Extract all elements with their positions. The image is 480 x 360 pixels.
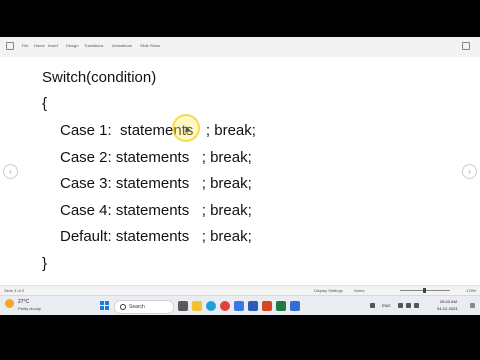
- autosave-icon[interactable]: [6, 42, 14, 50]
- notifications-icon[interactable]: [470, 303, 475, 308]
- slide-canvas[interactable]: ‹ › Switch(condition) { Case 1: statemen…: [0, 57, 480, 285]
- task-view-icon[interactable]: [178, 301, 188, 311]
- file-explorer-icon[interactable]: [192, 301, 202, 311]
- display-settings-button[interactable]: Display Settings: [314, 288, 343, 293]
- ribbon-tab-design[interactable]: Design: [66, 43, 78, 48]
- share-icon[interactable]: [462, 42, 470, 50]
- volume-icon[interactable]: [406, 303, 411, 308]
- video-letterbox-top: [0, 0, 480, 37]
- windows-taskbar: 27°C Partly cloudy Search ENG 05:43 AM 0…: [0, 295, 480, 316]
- video-letterbox-bottom: [0, 315, 480, 360]
- excel-icon[interactable]: [276, 301, 286, 311]
- battery-icon[interactable]: [414, 303, 419, 308]
- ribbon-tab-animations[interactable]: Animations: [112, 43, 132, 48]
- code-line-switch: Switch(condition): [42, 69, 157, 86]
- zoom-slider-handle[interactable]: [423, 288, 426, 293]
- search-icon: [120, 304, 126, 310]
- chrome-icon[interactable]: [220, 301, 230, 311]
- code-line-close-brace: }: [42, 255, 48, 272]
- search-label: Search: [129, 304, 145, 310]
- taskbar-search-box[interactable]: Search: [114, 300, 174, 314]
- word-icon[interactable]: [248, 301, 258, 311]
- store-icon[interactable]: [234, 301, 244, 311]
- code-line-case-3: Case 3: statements ; break;: [60, 175, 252, 192]
- ribbon-tab-insert[interactable]: Insert: [48, 43, 58, 48]
- start-windows-icon[interactable]: [100, 301, 110, 311]
- code-line-case-4: Case 4: statements ; break;: [60, 202, 252, 219]
- ribbon-tab-transitions[interactable]: Transitions: [84, 43, 103, 48]
- presentation-window: File Home Insert Design Transitions Anim…: [0, 37, 480, 316]
- zoom-level[interactable]: 178%: [466, 288, 476, 293]
- code-line-open-brace: {: [42, 95, 48, 112]
- slide-counter: Slide 3 of 3: [4, 288, 25, 293]
- previous-slide-button[interactable]: ‹: [3, 164, 18, 179]
- next-slide-button[interactable]: ›: [462, 164, 477, 179]
- code-line-case-2: Case 2: statements ; break;: [60, 149, 252, 166]
- code-line-default: Default: statements ; break;: [60, 228, 252, 245]
- wifi-icon[interactable]: [398, 303, 403, 308]
- tray-chevron-icon[interactable]: [370, 303, 375, 308]
- language-indicator[interactable]: ENG: [382, 303, 391, 308]
- weather-temperature[interactable]: 27°C: [18, 299, 29, 305]
- clock-date[interactable]: 04-12-2024: [437, 306, 457, 311]
- ribbon-tab-file[interactable]: File: [22, 43, 28, 48]
- ribbon-tab-home[interactable]: Home: [34, 43, 45, 48]
- powerpoint-icon[interactable]: [262, 301, 272, 311]
- clock-time[interactable]: 05:43 AM: [440, 299, 457, 304]
- weather-sun-icon[interactable]: [5, 299, 14, 308]
- weather-description[interactable]: Partly cloudy: [18, 306, 41, 311]
- edge-icon[interactable]: [206, 301, 216, 311]
- notes-button[interactable]: Notes: [354, 288, 364, 293]
- ribbon-tab-slideshow[interactable]: Slide Show: [140, 43, 160, 48]
- ribbon-bar: File Home Insert Design Transitions Anim…: [0, 37, 480, 58]
- code-line-case-1: Case 1: statements ; break;: [60, 122, 256, 139]
- app-icon[interactable]: [290, 301, 300, 311]
